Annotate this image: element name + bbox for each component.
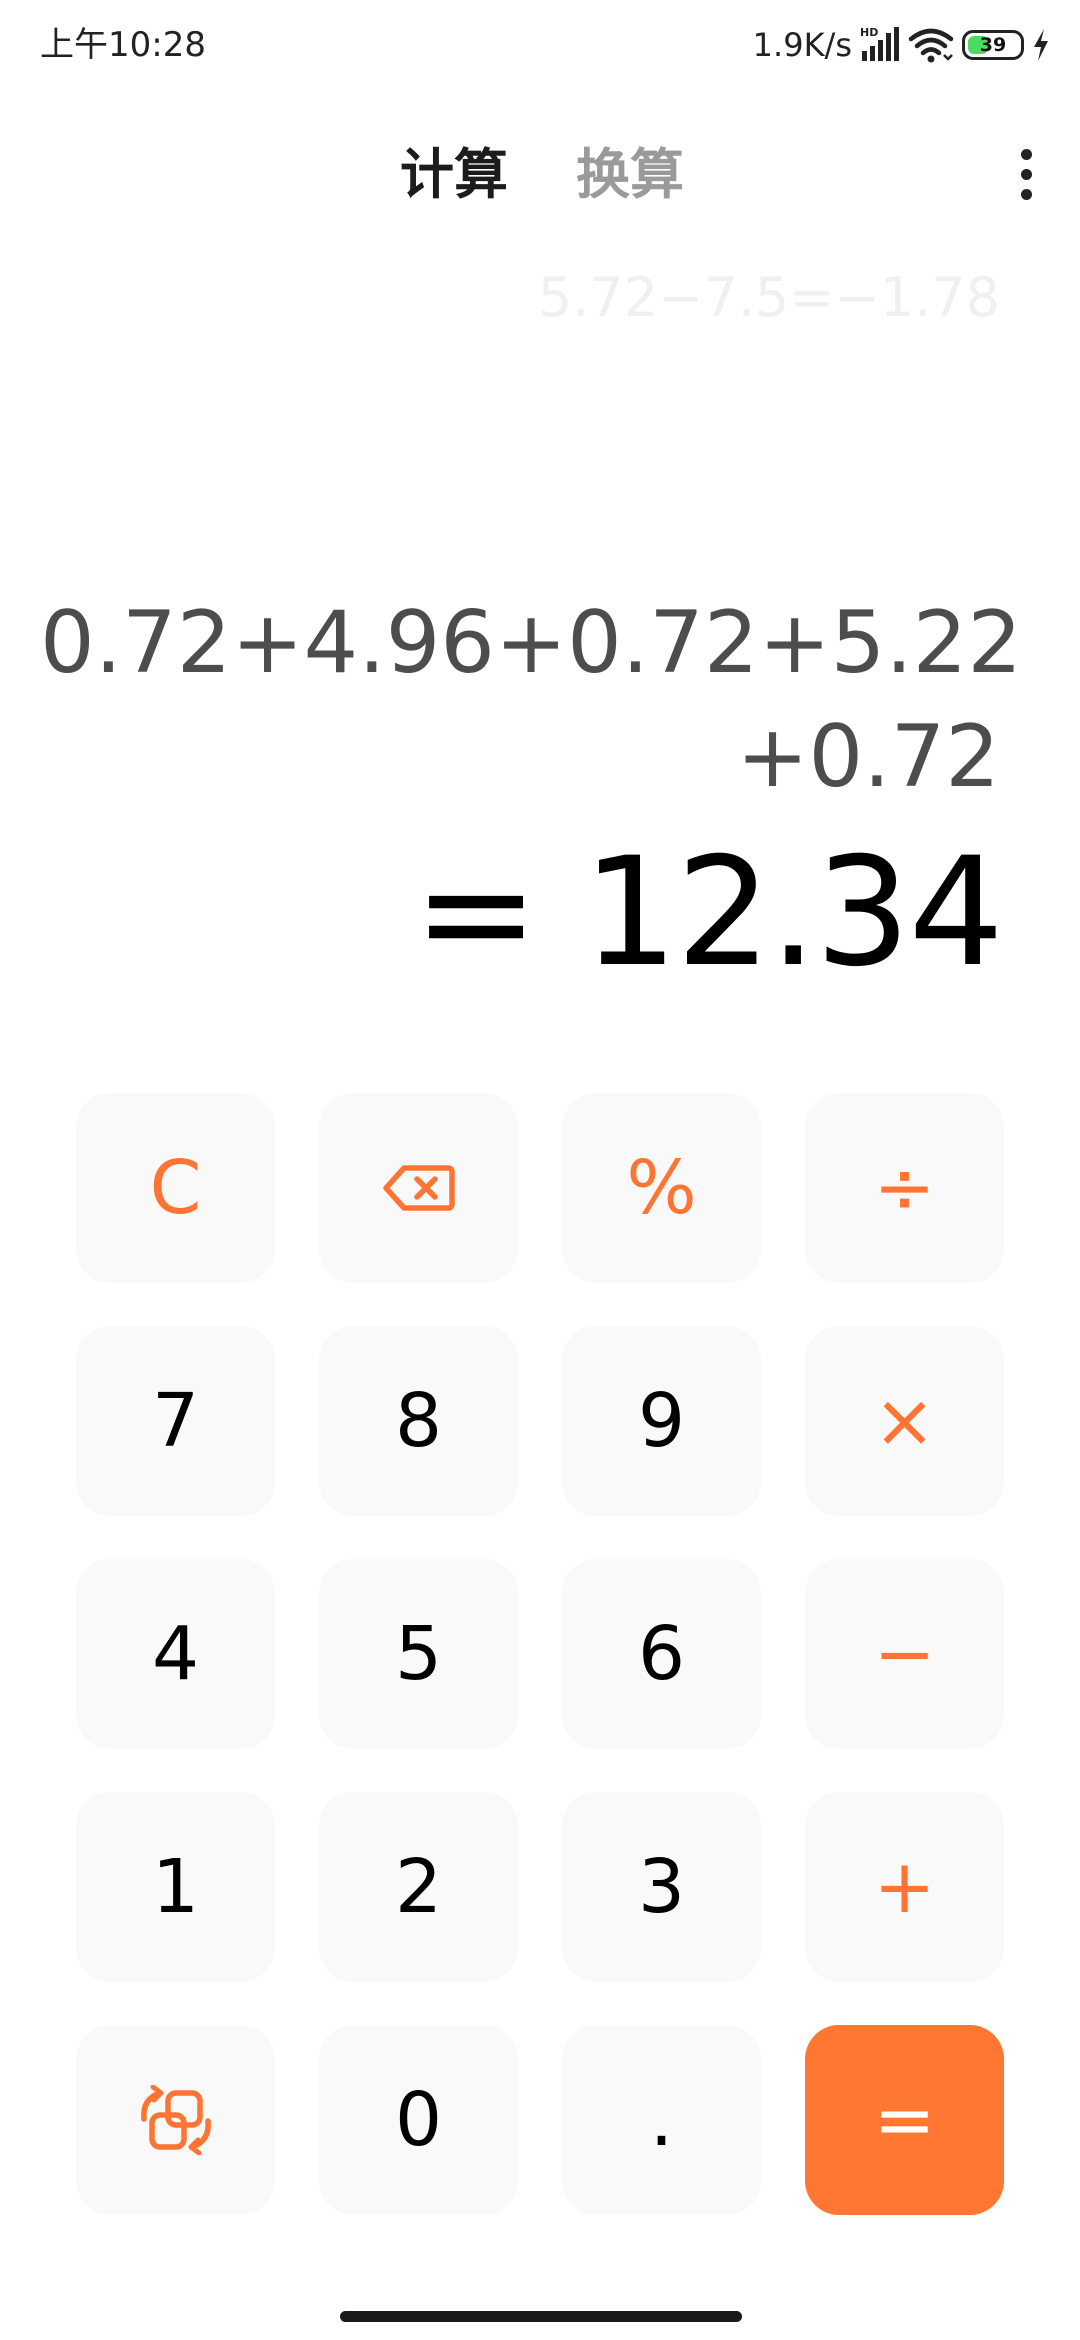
wifi-icon (908, 28, 954, 63)
status-bar: 上午10:28 1.9K/s HD 39 (0, 0, 1080, 90)
result-display: = 12.34 (413, 826, 1004, 1000)
digit-1-button[interactable]: 1 (76, 1792, 275, 1982)
tab-calculate[interactable]: 计算 (400, 140, 508, 210)
digit-3-button[interactable]: 3 (562, 1792, 761, 1982)
digit-6-button[interactable]: 6 (562, 1559, 761, 1749)
status-time: 上午10:28 (40, 25, 206, 65)
digit-8-button[interactable]: 8 (319, 1326, 518, 1516)
digit-7-button[interactable]: 7 (76, 1326, 275, 1516)
signal-icon: HD (860, 26, 899, 61)
decimal-button[interactable]: . (562, 2025, 761, 2215)
digit-2-button[interactable]: 2 (319, 1792, 518, 1982)
plus-button[interactable]: + (805, 1792, 1004, 1982)
more-options-button[interactable] (986, 132, 1066, 216)
keypad: C % ÷ 7 8 9 × 4 5 6 − 1 2 3 + 0 . = (76, 1093, 1006, 2215)
minus-button[interactable]: − (805, 1559, 1004, 1749)
divide-button[interactable]: ÷ (805, 1093, 1004, 1283)
expression-line-2: +0.72 (736, 707, 1000, 807)
digit-0-button[interactable]: 0 (319, 2025, 518, 2215)
backspace-button[interactable] (319, 1093, 518, 1283)
digit-5-button[interactable]: 5 (319, 1559, 518, 1749)
hd-badge: HD (860, 26, 878, 39)
battery-level: 39 (979, 34, 1007, 56)
clear-button[interactable]: C (76, 1093, 275, 1283)
percent-button[interactable]: % (562, 1093, 761, 1283)
equals-button[interactable]: = (805, 2025, 1004, 2215)
tab-convert[interactable]: 换算 (576, 140, 684, 210)
more-vertical-icon (1020, 148, 1032, 160)
charging-icon (1034, 29, 1048, 61)
battery-icon: 39 (962, 30, 1024, 60)
digit-4-button[interactable]: 4 (76, 1559, 275, 1749)
backspace-icon (382, 1165, 455, 1211)
digit-9-button[interactable]: 9 (562, 1326, 761, 1516)
history-entry[interactable]: 5.72−7.5=−1.78 (538, 262, 1000, 334)
network-speed: 1.9K/s (752, 26, 852, 64)
switch-mode-button[interactable] (76, 2025, 275, 2215)
status-icons: 1.9K/s HD 39 (753, 22, 1050, 68)
expression-display: 0.72+4.96+0.72+5.22 +0.72 (40, 586, 1023, 814)
multiply-button[interactable]: × (805, 1326, 1004, 1516)
home-indicator[interactable] (340, 2311, 742, 2322)
expression-line-1: 0.72+4.96+0.72+5.22 (40, 593, 1023, 693)
switch-mode-icon (140, 2085, 211, 2155)
